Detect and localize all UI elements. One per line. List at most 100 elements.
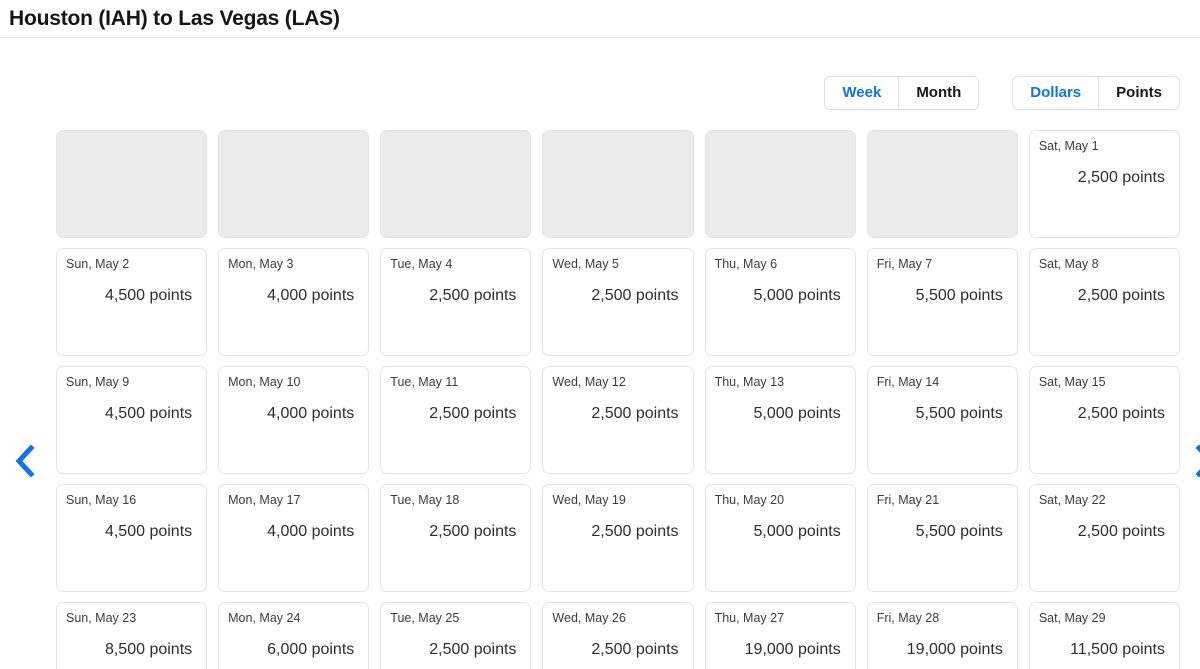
day-label: Thu, May 6: [714, 257, 778, 271]
day-label: Wed, May 12: [552, 375, 626, 389]
day-label: Tue, May 25: [390, 611, 460, 625]
previous-week-button[interactable]: [8, 441, 42, 481]
day-price: 2,500 points: [591, 404, 679, 422]
day-price: 2,500 points: [591, 286, 679, 304]
page-title: Houston (IAH) to Las Vegas (LAS): [9, 6, 340, 30]
day-cell-empty: [56, 130, 208, 238]
day-price: 5,500 points: [915, 404, 1003, 422]
day-cell[interactable]: Thu, May 20 5,000 points: [704, 484, 856, 592]
currency-toggle-dollars[interactable]: Dollars: [1013, 77, 1099, 109]
day-label: Tue, May 11: [390, 375, 459, 389]
day-price: 4,000 points: [267, 522, 355, 540]
day-cell[interactable]: Mon, May 17 4,000 points: [218, 484, 370, 592]
day-cell-empty: [218, 130, 370, 238]
day-label: Mon, May 10: [228, 375, 301, 389]
day-price: 19,000 points: [744, 640, 841, 658]
day-label: Sat, May 8: [1038, 257, 1099, 271]
day-cell[interactable]: Sat, May 22 2,500 points: [1028, 484, 1180, 592]
period-toggle-month[interactable]: Month: [898, 77, 979, 109]
calendar-container: Sat, May 1 2,500 points Sun, May 2 4,500 po…: [0, 130, 1200, 669]
day-label: Mon, May 24: [228, 611, 301, 625]
day-price: 4,500 points: [104, 286, 193, 304]
day-cell[interactable]: Wed, May 19 2,500 points: [542, 484, 694, 592]
day-price: 19,000 points: [906, 640, 1003, 658]
day-cell[interactable]: Tue, May 4 2,500 points: [380, 248, 532, 356]
day-cell[interactable]: Wed, May 12 2,500 points: [542, 366, 694, 474]
day-price: 2,500 points: [429, 286, 517, 304]
toolbar-toggles: Week Month Dollars Points: [824, 76, 1180, 110]
day-price: 2,500 points: [429, 640, 517, 658]
day-price: 2,500 points: [429, 404, 517, 422]
day-price: 5,000 points: [753, 404, 841, 422]
day-label: Sun, May 9: [66, 375, 130, 389]
day-cell[interactable]: Tue, May 25 2,500 points: [380, 602, 532, 669]
day-label: Fri, May 7: [876, 257, 933, 271]
currency-toggle-points[interactable]: Points: [1098, 77, 1179, 109]
day-cell[interactable]: Thu, May 27 19,000 points: [704, 602, 856, 669]
day-label: Sun, May 2: [66, 257, 130, 271]
day-price: 6,000 points: [267, 640, 355, 658]
day-cell[interactable]: Sun, May 2 4,500 points: [56, 248, 208, 356]
day-price: 4,000 points: [267, 404, 355, 422]
day-cell[interactable]: Sun, May 23 8,500 points: [56, 602, 208, 669]
day-price: 5,500 points: [915, 286, 1003, 304]
day-label: Sat, May 22: [1038, 493, 1106, 507]
day-price: 5,500 points: [915, 522, 1003, 540]
day-cell[interactable]: Fri, May 7 5,500 points: [866, 248, 1018, 356]
chevron-right-icon: [1195, 445, 1200, 477]
toolbar: Week Month Dollars Points: [0, 38, 1200, 130]
day-price: 8,500 points: [104, 640, 193, 658]
day-label: Tue, May 4: [390, 257, 453, 271]
day-label: Sat, May 29: [1038, 611, 1106, 625]
day-label: Mon, May 3: [228, 257, 294, 271]
day-cell[interactable]: Wed, May 26 2,500 points: [542, 602, 694, 669]
day-price: 2,500 points: [1077, 522, 1165, 540]
day-cell[interactable]: Sat, May 8 2,500 points: [1028, 248, 1180, 356]
day-label: Wed, May 5: [552, 257, 619, 271]
day-cell[interactable]: Sat, May 29 11,500 points: [1028, 602, 1180, 669]
day-cell[interactable]: Mon, May 3 4,000 points: [218, 248, 370, 356]
day-price: 11,500 points: [1070, 640, 1165, 658]
day-label: Sun, May 16: [66, 493, 137, 507]
period-toggle-week[interactable]: Week: [825, 77, 899, 109]
day-label: Fri, May 28: [876, 611, 940, 625]
currency-toggle-group: Dollars Points: [1012, 76, 1180, 110]
day-label: Wed, May 19: [552, 493, 626, 507]
day-cell[interactable]: Tue, May 18 2,500 points: [380, 484, 532, 592]
day-label: Sat, May 15: [1038, 375, 1106, 389]
day-cell-empty: [704, 130, 856, 238]
day-cell[interactable]: Tue, May 11 2,500 points: [380, 366, 532, 474]
day-label: Thu, May 13: [714, 375, 785, 389]
next-week-button[interactable]: [1188, 441, 1200, 481]
day-cell-empty: [866, 130, 1018, 238]
day-label: Thu, May 20: [714, 493, 785, 507]
day-cell[interactable]: Fri, May 28 19,000 points: [866, 602, 1018, 669]
day-cell[interactable]: Sat, May 15 2,500 points: [1028, 366, 1180, 474]
day-cell[interactable]: Sat, May 1 2,500 points: [1028, 130, 1180, 238]
day-price: 2,500 points: [591, 640, 679, 658]
day-cell-empty: [542, 130, 694, 238]
day-price: 4,500 points: [104, 522, 193, 540]
day-price: 4,000 points: [267, 286, 355, 304]
day-price: 2,500 points: [1077, 168, 1165, 186]
day-cell[interactable]: Sun, May 16 4,500 points: [56, 484, 208, 592]
day-cell[interactable]: Mon, May 24 6,000 points: [218, 602, 370, 669]
day-cell[interactable]: Fri, May 14 5,500 points: [866, 366, 1018, 474]
day-price: 5,000 points: [753, 522, 841, 540]
day-label: Sat, May 1: [1038, 139, 1099, 153]
day-label: Fri, May 21: [876, 493, 940, 507]
day-cell[interactable]: Mon, May 10 4,000 points: [218, 366, 370, 474]
day-cell[interactable]: Fri, May 21 5,500 points: [866, 484, 1018, 592]
day-label: Mon, May 17: [228, 493, 301, 507]
day-cell[interactable]: Thu, May 13 5,000 points: [704, 366, 856, 474]
period-toggle-group: Week Month: [824, 76, 980, 110]
day-cell[interactable]: Sun, May 9 4,500 points: [56, 366, 208, 474]
day-cell[interactable]: Wed, May 5 2,500 points: [542, 248, 694, 356]
day-label: Thu, May 27: [714, 611, 785, 625]
day-price: 2,500 points: [1077, 286, 1165, 304]
day-price: 2,500 points: [1077, 404, 1165, 422]
calendar-grid: Sat, May 1 2,500 points Sun, May 2 4,500 po…: [56, 130, 1180, 669]
day-cell-empty: [380, 130, 532, 238]
day-price: 2,500 points: [591, 522, 679, 540]
day-cell[interactable]: Thu, May 6 5,000 points: [704, 248, 856, 356]
